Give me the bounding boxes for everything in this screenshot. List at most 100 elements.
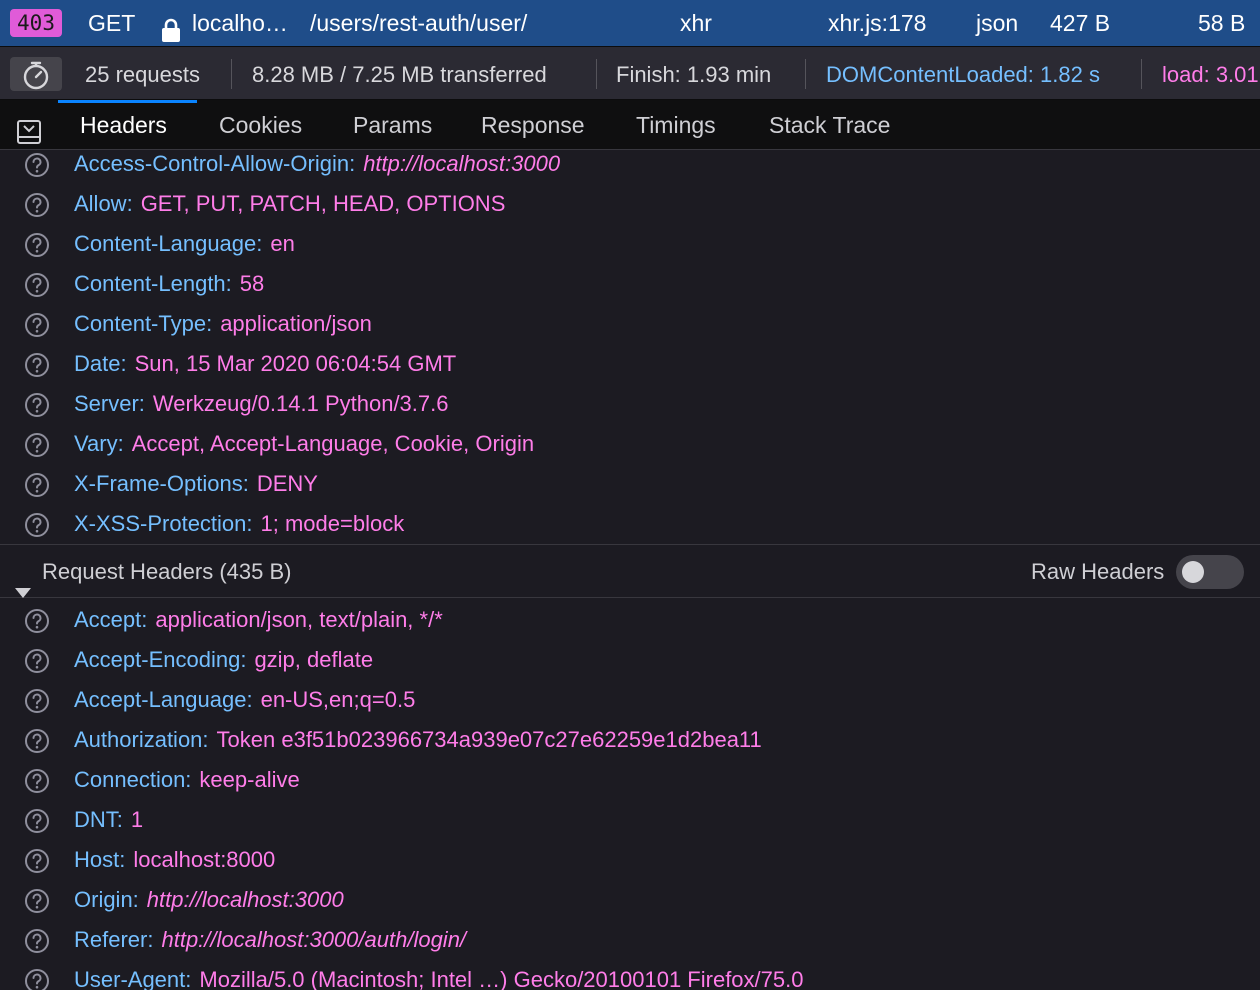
header-line: Content-Type: application/json [74,304,372,344]
header-row[interactable]: Access-Control-Allow-Origin: http://local… [0,150,1260,184]
header-line: Origin: http://localhost:3000 [74,880,344,920]
tab-stack-trace[interactable]: Stack Trace [769,100,890,150]
help-icon[interactable] [24,151,50,177]
summary-dom-content-loaded: DOMContentLoaded: 1.82 s [826,62,1100,87]
request-initiator[interactable]: xhr.js:178 [828,0,926,46]
help-icon[interactable] [24,727,50,753]
stopwatch-icon [23,61,49,90]
selected-request-row[interactable]: 403 GET localho… /users/rest-auth/user/ … [0,0,1260,46]
help-icon[interactable] [24,271,50,297]
header-line: Content-Length: 58 [74,264,264,304]
header-name: Content-Type: [74,311,213,336]
header-row[interactable]: Accept-Encoding: gzip, deflate [0,640,1260,680]
header-row[interactable]: DNT: 1 [0,800,1260,840]
header-value: Accept, Accept-Language, Cookie, Origin [131,431,535,456]
summary-transferred: 8.28 MB / 7.25 MB transferred [252,62,547,87]
help-icon[interactable] [24,311,50,337]
help-icon[interactable] [24,391,50,417]
header-name: Accept-Encoding: [74,647,247,672]
help-icon[interactable] [24,847,50,873]
performance-analysis-button[interactable] [10,57,62,91]
header-value: DENY [256,471,318,496]
raw-headers-label: Raw Headers [1031,559,1165,584]
tab-response[interactable]: Response [481,100,585,150]
help-icon[interactable] [24,231,50,257]
header-row[interactable]: Referer: http://localhost:3000/auth/login… [0,920,1260,960]
header-row[interactable]: Authorization: Token e3f51b023966734a939e… [0,720,1260,760]
header-line: Accept-Encoding: gzip, deflate [74,640,373,680]
header-row[interactable]: Accept-Language: en-US,en;q=0.5 [0,680,1260,720]
header-row[interactable]: Server: Werkzeug/0.14.1 Python/3.7.6 [0,384,1260,424]
help-icon[interactable] [24,767,50,793]
header-name: Content-Length: [74,271,232,296]
header-value: 1 [130,807,144,832]
header-row[interactable]: Accept: application/json, text/plain, */* [0,600,1260,640]
tab-headers[interactable]: Headers [80,100,167,150]
header-row[interactable]: Vary: Accept, Accept-Language, Cookie, Or… [0,424,1260,464]
header-row[interactable]: Content-Length: 58 [0,264,1260,304]
header-value: keep-alive [199,767,300,792]
header-line: Server: Werkzeug/0.14.1 Python/3.7.6 [74,384,448,424]
help-icon[interactable] [24,431,50,457]
header-name: User-Agent: [74,967,192,990]
request-domain: localho… [192,10,288,36]
tab-timings[interactable]: Timings [636,100,716,150]
help-icon[interactable] [24,191,50,217]
toggle-knob [1182,561,1204,583]
tab-params[interactable]: Params [353,100,432,150]
header-row[interactable]: Content-Type: application/json [0,304,1260,344]
header-value: 1; mode=block [260,511,405,536]
header-line: X-XSS-Protection: 1; mode=block [74,504,404,544]
divider [231,59,232,89]
header-row[interactable]: X-XSS-Protection: 1; mode=block [0,504,1260,544]
header-name: Allow: [74,191,133,216]
header-value: localhost:8000 [133,847,276,872]
help-icon[interactable] [24,607,50,633]
header-line: X-Frame-Options: DENY [74,464,318,504]
network-summary-bar: 25 requests 8.28 MB / 7.25 MB transferre… [0,46,1260,100]
request-file: /users/rest-auth/user/ [310,10,528,36]
divider [1141,59,1142,89]
header-row[interactable]: Content-Language: en [0,224,1260,264]
header-row[interactable]: Date: Sun, 15 Mar 2020 06:04:54 GMT [0,344,1260,384]
header-line: Date: Sun, 15 Mar 2020 06:04:54 GMT [74,344,456,384]
request-headers-section[interactable]: Request Headers (435 B) Raw Headers [0,544,1260,598]
header-name: Vary: [74,431,124,456]
header-name: Date: [74,351,127,376]
header-value: Sun, 15 Mar 2020 06:04:54 GMT [134,351,457,376]
header-name: Accept-Language: [74,687,253,712]
help-icon[interactable] [24,511,50,537]
header-line: Host: localhost:8000 [74,840,275,880]
header-row[interactable]: Host: localhost:8000 [0,840,1260,880]
header-name: Authorization: [74,727,209,752]
lock-icon [160,11,182,42]
raw-headers-toggle[interactable] [1176,555,1244,589]
details-tab-bar: Headers Cookies Params Response Timings … [0,100,1260,150]
header-row[interactable]: Connection: keep-alive [0,760,1260,800]
help-icon[interactable] [24,687,50,713]
help-icon[interactable] [24,887,50,913]
header-name: Connection: [74,767,192,792]
header-row[interactable]: Origin: http://localhost:3000 [0,880,1260,920]
help-icon[interactable] [24,807,50,833]
toggle-panel-button[interactable] [16,112,42,144]
help-icon[interactable] [24,471,50,497]
summary-requests: 25 requests [85,62,200,87]
request-transferred: 427 B [1050,10,1111,36]
header-line: Vary: Accept, Accept-Language, Cookie, Or… [74,424,534,464]
divider [805,59,806,89]
help-icon[interactable] [24,351,50,377]
header-row[interactable]: Allow: GET, PUT, PATCH, HEAD, OPTIONS [0,184,1260,224]
help-icon[interactable] [24,967,50,990]
headers-panel: Request Headers (435 B) Raw Headers Acce… [0,150,1260,990]
help-icon[interactable] [24,647,50,673]
header-value: gzip, deflate [254,647,374,672]
header-line: DNT: 1 [74,800,143,840]
header-row[interactable]: User-Agent: Mozilla/5.0 (Macintosh; Intel… [0,960,1260,990]
tab-cookies[interactable]: Cookies [219,100,302,150]
header-line: User-Agent: Mozilla/5.0 (Macintosh; Intel… [74,960,803,990]
header-line: Connection: keep-alive [74,760,300,800]
summary-load: load: 3.01 [1162,62,1259,87]
help-icon[interactable] [24,927,50,953]
header-row[interactable]: X-Frame-Options: DENY [0,464,1260,504]
